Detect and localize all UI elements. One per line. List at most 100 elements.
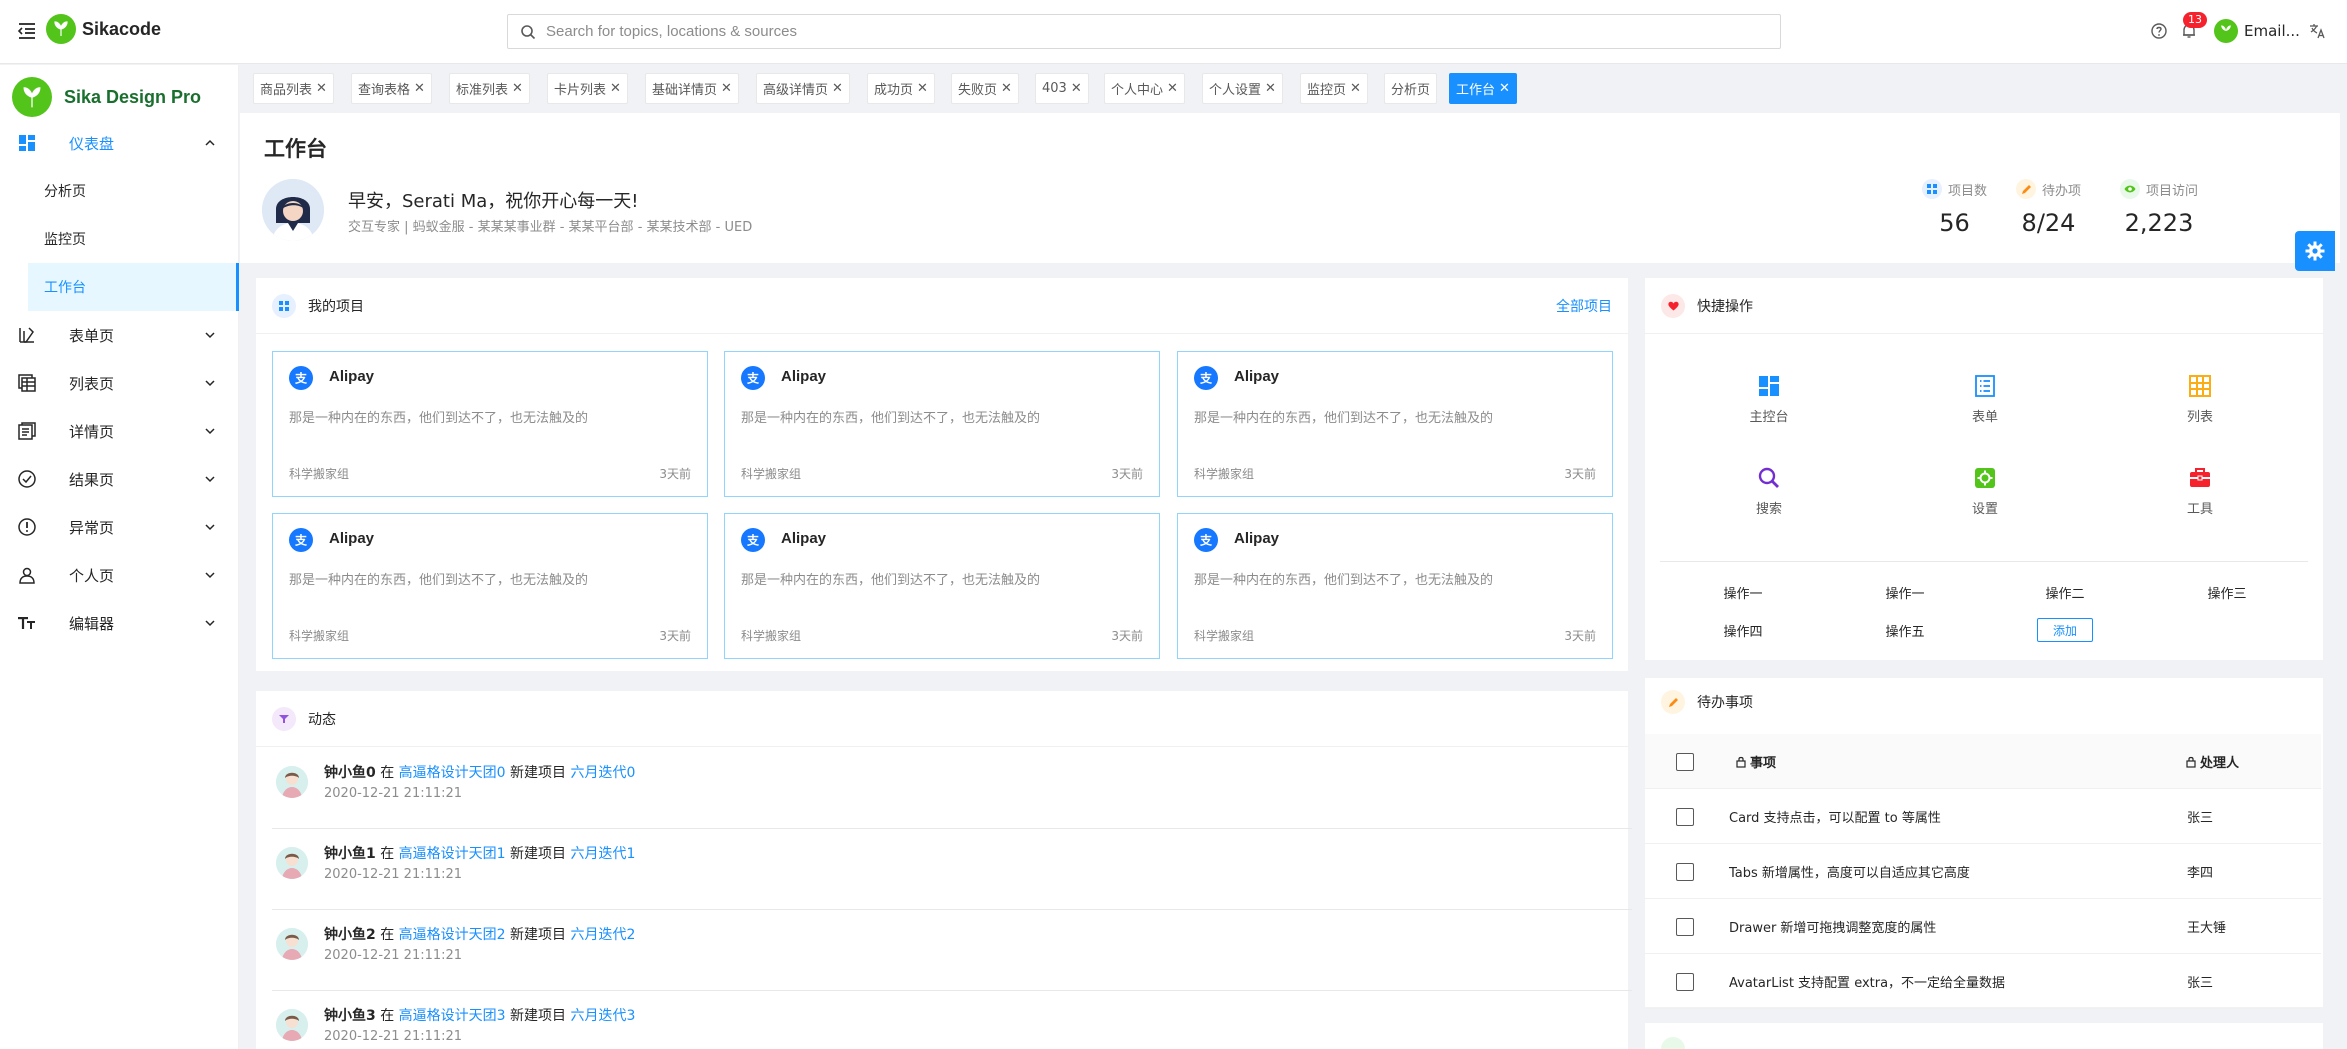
- translate-icon[interactable]: [2308, 22, 2326, 40]
- close-icon[interactable]: ✕: [512, 81, 523, 96]
- project-card[interactable]: 支 Alipay 那是一种内在的东西，他们到达不了，也无法触及的 科学搬家组 3…: [1177, 513, 1613, 659]
- quick-action-search[interactable]: 搜索: [1724, 466, 1814, 517]
- project-card[interactable]: 支 Alipay 那是一种内在的东西，他们到达不了，也无法触及的 科学搬家组 3…: [1177, 351, 1613, 497]
- quick-link[interactable]: 操作三: [2187, 583, 2267, 602]
- stat-value: 56: [1939, 209, 1970, 237]
- menu-fold-icon[interactable]: [16, 20, 38, 42]
- close-icon[interactable]: ✕: [1499, 81, 1510, 96]
- chevron-down-icon: [203, 520, 217, 534]
- tab-workplace[interactable]: 工作台 ✕: [1449, 73, 1517, 104]
- row-checkbox[interactable]: [1676, 973, 1694, 991]
- project-description: 那是一种内在的东西，他们到达不了，也无法触及的: [289, 573, 589, 588]
- activity-card: 动态 钟小鱼0 在 高逼格设计天团0 新建项目 六月迭代0 2020-12-21…: [256, 691, 1632, 1049]
- sidebar-item-exception[interactable]: 异常页: [0, 503, 239, 551]
- todo-owner: 张三: [2187, 976, 2214, 991]
- close-icon[interactable]: ✕: [1071, 81, 1082, 96]
- all-projects-link[interactable]: 全部项目: [1556, 296, 1612, 316]
- edit-icon: [1661, 690, 1685, 714]
- close-icon[interactable]: ✕: [1350, 81, 1361, 96]
- quick-action-list[interactable]: 列表: [2155, 374, 2245, 425]
- sidebar-brand[interactable]: Sika Design Pro: [12, 77, 201, 117]
- project-card[interactable]: 支 Alipay 那是一种内在的东西，他们到达不了，也无法触及的 科学搬家组 3…: [724, 351, 1160, 497]
- project-description: 那是一种内在的东西，他们到达不了，也无法触及的: [741, 573, 1041, 588]
- column-label: 处理人: [2200, 756, 2240, 771]
- quick-action-tools[interactable]: 工具: [2155, 466, 2245, 517]
- tab-403[interactable]: 403 ✕: [1035, 73, 1089, 104]
- activity-project-link[interactable]: 六月迭代3: [570, 1008, 635, 1024]
- sidebar-item-editor[interactable]: 编辑器: [0, 599, 239, 647]
- avatar: [276, 847, 308, 879]
- quick-link[interactable]: 操作一: [1865, 583, 1945, 602]
- quick-action-console[interactable]: 主控台: [1724, 374, 1814, 425]
- quick-action-form[interactable]: 表单: [1940, 374, 2030, 425]
- add-link-button[interactable]: 添加: [2037, 618, 2093, 642]
- tab-query-table[interactable]: 查询表格 ✕: [351, 73, 432, 104]
- close-icon[interactable]: ✕: [1167, 81, 1178, 96]
- activity-group-link[interactable]: 高逼格设计天团2: [399, 927, 506, 943]
- close-icon[interactable]: ✕: [1001, 81, 1012, 96]
- activity-project-link[interactable]: 六月迭代0: [570, 765, 635, 781]
- quick-link[interactable]: 操作一: [1703, 583, 1783, 602]
- sidebar-item-detail[interactable]: 详情页: [0, 407, 239, 455]
- tab-analysis[interactable]: 分析页: [1384, 73, 1438, 104]
- sidebar-item-result[interactable]: 结果页: [0, 455, 239, 503]
- close-icon[interactable]: ✕: [1265, 81, 1276, 96]
- tab-advanced-detail[interactable]: 高级详情页 ✕: [756, 73, 850, 104]
- sidebar-item-form[interactable]: 表单页: [0, 311, 239, 359]
- card-title: 动态: [308, 711, 336, 728]
- sidebar-item-dashboard[interactable]: 仪表盘: [0, 119, 239, 167]
- select-all-checkbox[interactable]: [1676, 753, 1694, 771]
- tab-account-settings[interactable]: 个人设置 ✕: [1202, 73, 1283, 104]
- tab-label: 监控页: [1307, 83, 1347, 98]
- tab-product-list[interactable]: 商品列表 ✕: [253, 73, 334, 104]
- close-icon[interactable]: ✕: [832, 81, 843, 96]
- setting-drawer-button[interactable]: [2295, 231, 2335, 271]
- quick-link[interactable]: 操作二: [2025, 583, 2105, 602]
- search-bar[interactable]: [507, 14, 1781, 49]
- quick-action-settings[interactable]: 设置: [1940, 466, 2030, 517]
- user-menu[interactable]: Email...: [2214, 19, 2300, 43]
- sidebar-subitem-monitor[interactable]: 监控页: [0, 215, 239, 263]
- row-checkbox[interactable]: [1676, 918, 1694, 936]
- tab-account-center[interactable]: 个人中心 ✕: [1104, 73, 1185, 104]
- close-icon[interactable]: ✕: [610, 81, 621, 96]
- activity-group-link[interactable]: 高逼格设计天团1: [399, 846, 506, 862]
- row-checkbox[interactable]: [1676, 863, 1694, 881]
- activity-time: 2020-12-21 21:11:21: [324, 786, 463, 801]
- alipay-icon: 支: [289, 528, 313, 552]
- help-icon[interactable]: [2150, 22, 2168, 40]
- sidebar-subitem-workplace[interactable]: 工作台: [28, 263, 239, 311]
- activity-group-link[interactable]: 高逼格设计天团0: [399, 765, 506, 781]
- tab-monitor[interactable]: 监控页 ✕: [1300, 73, 1368, 104]
- app-logo[interactable]: Sikacode: [46, 14, 161, 44]
- quick-link[interactable]: 操作四: [1703, 621, 1783, 640]
- close-icon[interactable]: ✕: [721, 81, 732, 96]
- activity-project-link[interactable]: 六月迭代2: [570, 927, 635, 943]
- quick-link[interactable]: 操作五: [1865, 621, 1945, 640]
- activity-group-link[interactable]: 高逼格设计天团3: [399, 1008, 506, 1024]
- row-checkbox[interactable]: [1676, 808, 1694, 826]
- tab-label: 工作台: [1456, 83, 1496, 98]
- sidebar-item-list[interactable]: 列表页: [0, 359, 239, 407]
- tab-fail[interactable]: 失败页 ✕: [951, 73, 1019, 104]
- card-title: 快捷操作: [1697, 298, 1753, 315]
- close-icon[interactable]: ✕: [316, 81, 327, 96]
- project-description: 那是一种内在的东西，他们到达不了，也无法触及的: [1194, 411, 1494, 426]
- stat-label: 待办项: [2042, 183, 2082, 199]
- activity-project-link[interactable]: 六月迭代1: [570, 846, 635, 862]
- project-card[interactable]: 支 Alipay 那是一种内在的东西，他们到达不了，也无法触及的 科学搬家组 3…: [272, 351, 708, 497]
- close-icon[interactable]: ✕: [414, 81, 425, 96]
- project-card[interactable]: 支 Alipay 那是一种内在的东西，他们到达不了，也无法触及的 科学搬家组 3…: [724, 513, 1160, 659]
- tab-success[interactable]: 成功页 ✕: [867, 73, 935, 104]
- tab-basic-detail[interactable]: 基础详情页 ✕: [645, 73, 739, 104]
- font-size-icon: [17, 613, 37, 633]
- activity-connector: 新建项目: [510, 927, 567, 943]
- project-card[interactable]: 支 Alipay 那是一种内在的东西，他们到达不了，也无法触及的 科学搬家组 3…: [272, 513, 708, 659]
- sidebar-item-account[interactable]: 个人页: [0, 551, 239, 599]
- sidebar-subitem-analysis[interactable]: 分析页: [0, 167, 239, 215]
- search-input[interactable]: [546, 16, 1780, 47]
- sidebar-item-label: 结果页: [69, 470, 115, 489]
- close-icon[interactable]: ✕: [917, 81, 928, 96]
- tab-card-list[interactable]: 卡片列表 ✕: [547, 73, 628, 104]
- tab-basic-list[interactable]: 标准列表 ✕: [449, 73, 530, 104]
